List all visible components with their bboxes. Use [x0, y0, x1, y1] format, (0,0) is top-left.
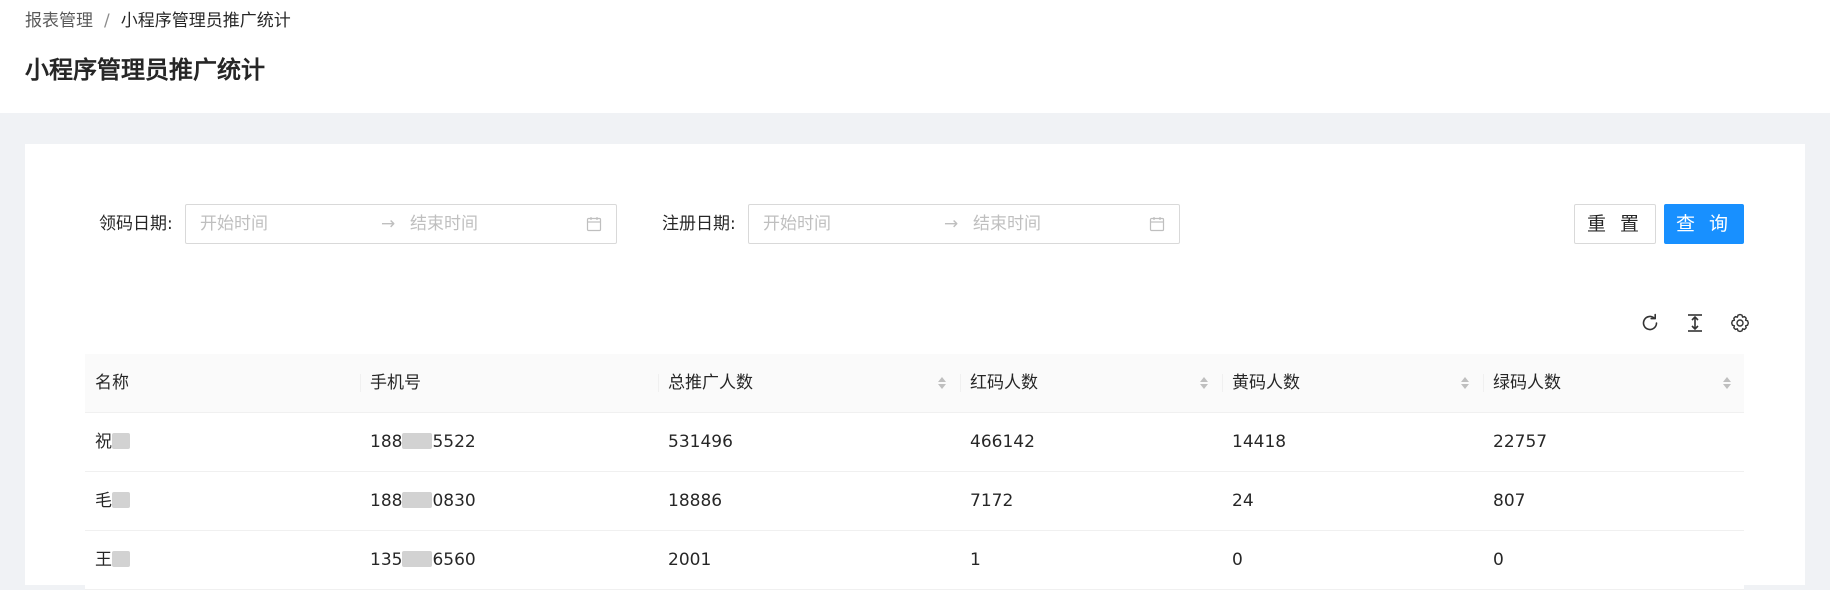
sort-icon[interactable]: [937, 376, 947, 390]
column-header-yellow[interactable]: 黄码人数: [1232, 354, 1300, 412]
masked-text: [112, 432, 130, 449]
code-date-end-input[interactable]: 结束时间: [410, 205, 478, 243]
cell-red: 7172: [970, 491, 1014, 511]
breadcrumb-separator: /: [104, 11, 110, 31]
data-table: 名称 手机号 总推广人数 红码人数 黄码人数 绿码人数 祝 188 5522 5…: [85, 354, 1744, 590]
sort-icon[interactable]: [1722, 376, 1732, 390]
column-divider: [658, 374, 659, 392]
column-header-total[interactable]: 总推广人数: [668, 354, 753, 412]
column-header-phone: 手机号: [370, 373, 421, 393]
code-date-label: 领码日期:: [99, 214, 173, 234]
range-arrow-icon: →: [944, 214, 959, 234]
cell-phone: 135 6560: [370, 531, 476, 589]
code-date-start-input[interactable]: 开始时间: [200, 205, 268, 243]
cell-total: 531496: [668, 432, 733, 452]
masked-text: [402, 550, 433, 567]
table-row: 毛 188 0830 18886 7172 24 807: [85, 472, 1744, 531]
phone-suffix: 0830: [432, 491, 476, 511]
cell-name: 祝: [95, 413, 130, 471]
query-button[interactable]: 查 询: [1664, 204, 1744, 244]
cell-total: 18886: [668, 491, 723, 511]
column-height-icon[interactable]: [1684, 312, 1706, 334]
cell-red: 466142: [970, 432, 1035, 452]
cell-yellow: 0: [1232, 550, 1243, 570]
name-visible-char: 祝: [95, 432, 112, 452]
cell-phone: 188 5522: [370, 413, 476, 471]
cell-yellow: 24: [1232, 491, 1254, 511]
masked-text: [402, 432, 433, 449]
phone-prefix: 188: [370, 491, 403, 511]
table-header: 名称 手机号 总推广人数 红码人数 黄码人数 绿码人数: [85, 354, 1744, 413]
register-date-range-picker[interactable]: 开始时间 → 结束时间: [748, 204, 1180, 244]
column-divider: [360, 374, 361, 392]
column-divider: [960, 374, 961, 392]
page-header: 报表管理 / 小程序管理员推广统计 小程序管理员推广统计: [0, 0, 1830, 113]
setting-icon[interactable]: [1729, 312, 1751, 334]
calendar-icon: [586, 217, 602, 232]
range-arrow-icon: →: [381, 214, 396, 234]
phone-prefix: 135: [370, 550, 403, 570]
column-divider: [1222, 374, 1223, 392]
cell-yellow: 14418: [1232, 432, 1287, 452]
page-title: 小程序管理员推广统计: [25, 56, 265, 84]
column-header-green[interactable]: 绿码人数: [1493, 354, 1561, 412]
cell-red: 1: [970, 550, 981, 570]
masked-text: [112, 550, 130, 567]
cell-green: 807: [1493, 491, 1526, 511]
breadcrumb-item-current: 小程序管理员推广统计: [120, 11, 291, 31]
cell-name: 毛: [95, 472, 130, 530]
register-date-end-input[interactable]: 结束时间: [973, 205, 1041, 243]
code-date-range-picker[interactable]: 开始时间 → 结束时间: [185, 204, 617, 244]
cell-total: 2001: [668, 550, 712, 570]
phone-prefix: 188: [370, 432, 403, 452]
calendar-icon: [1149, 217, 1165, 232]
cell-green: 0: [1493, 550, 1504, 570]
register-date-start-input[interactable]: 开始时间: [763, 205, 831, 243]
content-card: 领码日期: 开始时间 → 结束时间 注册日期: 开始时间 → 结束时间 重 置 …: [25, 144, 1805, 590]
register-date-label: 注册日期:: [662, 214, 736, 234]
masked-text: [112, 491, 130, 508]
name-visible-char: 王: [95, 550, 112, 570]
sort-icon[interactable]: [1199, 376, 1209, 390]
breadcrumb: 报表管理 / 小程序管理员推广统计: [25, 10, 291, 32]
cell-name: 王: [95, 531, 130, 589]
reload-icon[interactable]: [1639, 312, 1661, 334]
breadcrumb-item-report-management[interactable]: 报表管理: [25, 11, 93, 31]
cell-phone: 188 0830: [370, 472, 476, 530]
phone-suffix: 5522: [432, 432, 476, 452]
table-row: 王 135 6560 2001 1 0 0: [85, 531, 1744, 590]
reset-button[interactable]: 重 置: [1574, 204, 1656, 244]
cell-green: 22757: [1493, 432, 1548, 452]
column-divider: [1483, 374, 1484, 392]
column-header-red[interactable]: 红码人数: [970, 354, 1038, 412]
column-header-name: 名称: [95, 373, 129, 393]
masked-text: [402, 491, 433, 508]
table-row: 祝 188 5522 531496 466142 14418 22757: [85, 413, 1744, 472]
sort-icon[interactable]: [1460, 376, 1470, 390]
name-visible-char: 毛: [95, 491, 112, 511]
phone-suffix: 6560: [432, 550, 476, 570]
